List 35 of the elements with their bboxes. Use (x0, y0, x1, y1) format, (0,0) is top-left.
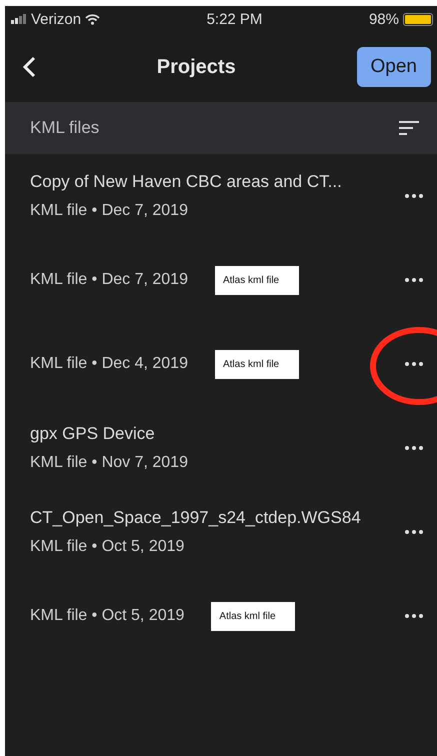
file-meta: KML file • Dec 7, 2019 (30, 271, 188, 289)
open-button[interactable]: Open (356, 47, 431, 87)
clock-time: 5:22 PM (206, 10, 262, 28)
file-meta: KML file • Oct 5, 2019 (30, 607, 184, 625)
file-meta: KML file • Nov 7, 2019 (30, 454, 188, 472)
note-label: Atlas kml file (214, 266, 299, 294)
more-dots-icon[interactable] (405, 278, 423, 282)
section-title: KML files (30, 118, 100, 138)
more-dots-icon[interactable] (405, 362, 423, 366)
more-dots-icon[interactable] (405, 614, 423, 618)
battery-percent: 98% (368, 10, 399, 28)
more-dots-icon[interactable] (405, 446, 423, 450)
file-meta: KML file • Dec 7, 2019 (30, 202, 189, 220)
file-row[interactable]: gpx GPS Device KML file • Nov 7, 2019 (5, 406, 437, 490)
back-chevron-icon[interactable] (23, 56, 36, 78)
screen-title: Projects (156, 56, 236, 78)
note-label: Atlas kml file (211, 602, 296, 630)
battery-icon (402, 12, 433, 26)
file-row[interactable]: Copy of New Haven CBC areas and CT... KML file • Dec 7, 2019 (5, 154, 437, 238)
wifi-icon (85, 14, 100, 24)
signal-icon (11, 14, 27, 24)
file-meta: KML file • Dec 4, 2019 (30, 355, 188, 373)
carrier-name: Verizon (31, 10, 82, 28)
file-name: Copy of New Haven CBC areas and CT... (30, 172, 342, 192)
more-dots-icon[interactable] (405, 194, 423, 198)
file-row[interactable]: KML file • Dec 4, 2019 Atlas kml file (5, 322, 437, 406)
file-row[interactable]: CT_Open_Space_1997_s24_ctdep.WGS84 KML file • Oct 5, 2019 (5, 490, 437, 574)
file-name: gpx GPS Device (30, 424, 156, 444)
file-row[interactable]: KML file • Oct 5, 2019 Atlas kml file (5, 574, 437, 658)
sort-icon[interactable] (399, 121, 419, 135)
more-dots-icon[interactable] (405, 530, 423, 534)
file-meta: KML file • Oct 5, 2019 (30, 538, 186, 556)
file-row[interactable]: KML file • Dec 7, 2019 Atlas kml file (5, 238, 437, 322)
note-label: Atlas kml file (214, 350, 299, 378)
file-name: CT_Open_Space_1997_s24_ctdep.WGS84 (30, 508, 361, 528)
